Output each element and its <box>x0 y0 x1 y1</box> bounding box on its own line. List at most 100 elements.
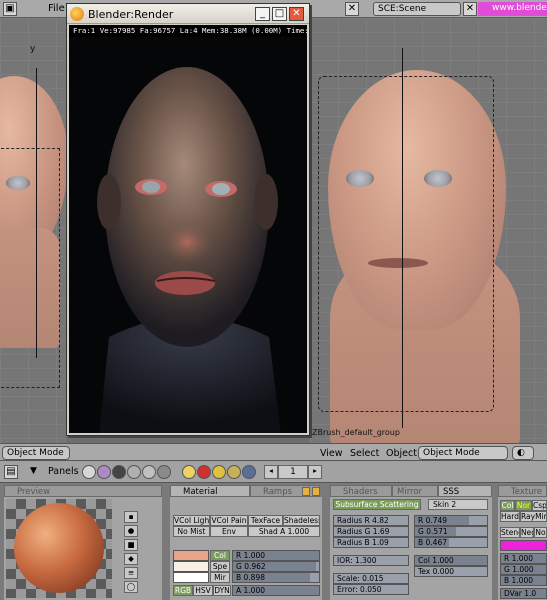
script-icon[interactable] <box>97 465 111 479</box>
blender-logo-icon <box>70 7 84 21</box>
sss-tab[interactable]: SSS <box>438 485 492 497</box>
world-icon[interactable] <box>242 465 256 479</box>
object-mode-left-select[interactable]: Object Mode <box>2 446 70 460</box>
sss-preset-select[interactable]: Skin 2 <box>428 499 488 510</box>
object-icon[interactable] <box>127 465 141 479</box>
material-icon[interactable] <box>197 465 211 479</box>
no-mist-button[interactable]: No Mist <box>173 526 210 537</box>
col-blend-slider[interactable]: Col 1.000 <box>414 555 488 566</box>
color-swatch-spe[interactable] <box>173 561 209 572</box>
scale-field[interactable]: Scale: 0.015 <box>333 573 409 584</box>
color-swatch-col[interactable] <box>173 550 209 561</box>
select-menu[interactable]: Select <box>350 448 379 459</box>
editing-icon[interactable] <box>142 465 156 479</box>
object-mode-right-select[interactable]: Object Mode <box>418 446 508 460</box>
preview-sphere-button[interactable]: ● <box>124 525 138 537</box>
tex-nor-button[interactable]: Nor <box>515 500 532 511</box>
material-panel: VCol Ligh VCol Pain TexFace Shadeless No… <box>170 497 322 600</box>
preview-sky-button[interactable]: ◯ <box>124 581 138 593</box>
tex-green-slider[interactable]: G 1.000 <box>500 564 547 575</box>
frame-decrement-button[interactable]: ◂ <box>264 465 278 479</box>
panel-down-icon[interactable] <box>312 487 320 496</box>
sss-green-slider[interactable]: G 0.571 <box>414 526 488 537</box>
sss-green-value: G 0.571 <box>418 527 448 536</box>
tex-no-button[interactable]: No <box>534 527 547 538</box>
window-type-icon[interactable]: ▤ <box>4 465 18 479</box>
tex-blue-slider[interactable]: B 1.000 <box>500 575 547 586</box>
3d-view-header: Object Mode View Select Object Object Mo… <box>0 443 547 461</box>
tex-stencil-button[interactable]: Stencil <box>500 527 520 538</box>
radius-g-field[interactable]: Radius G 1.69 <box>333 526 409 537</box>
tex-dvar-slider[interactable]: DVar 1.0 <box>500 588 547 599</box>
blue-slider[interactable]: B 0.898 <box>232 572 320 583</box>
red-slider[interactable]: R 1.000 <box>232 550 320 561</box>
tex-color-swatch[interactable] <box>500 540 547 551</box>
ior-field[interactable]: IOR: 1.300 <box>333 555 409 566</box>
texface-button[interactable]: TexFace <box>248 515 283 526</box>
texture-icon[interactable] <box>212 465 226 479</box>
preview-panel-title[interactable]: Preview <box>4 485 162 497</box>
panel-up-icon[interactable] <box>302 487 310 496</box>
mir-button[interactable]: Mir <box>210 572 230 583</box>
scene-icon[interactable] <box>157 465 171 479</box>
render-window[interactable]: Blender:Render _ □ ✕ Fra:1 Ve:97985 Fa:9… <box>66 3 310 436</box>
tex-raymir-button[interactable]: RayMir <box>520 511 547 522</box>
preview-flat-button[interactable]: ▪ <box>124 511 138 523</box>
material-tab[interactable]: Material <box>170 485 250 497</box>
shading-icon[interactable] <box>112 465 126 479</box>
close-icon[interactable]: ✕ <box>289 7 304 21</box>
shaders-tab[interactable]: Shaders <box>330 485 392 497</box>
left-viewport[interactable]: y <box>0 18 66 443</box>
hsv-mode-button[interactable]: HSV <box>193 585 213 596</box>
spe-button[interactable]: Spe <box>210 561 230 572</box>
view-menu[interactable]: View <box>320 448 343 459</box>
lamp-icon[interactable] <box>182 465 196 479</box>
file-menu[interactable]: File <box>48 3 65 14</box>
subsurface-scattering-toggle[interactable]: Subsurface Scattering <box>333 499 421 510</box>
vcol-light-button[interactable]: VCol Ligh <box>173 515 210 526</box>
close-scene-2-icon[interactable]: ✕ <box>463 2 477 16</box>
rgb-mode-button[interactable]: RGB <box>173 585 193 596</box>
red-value: R 1.000 <box>236 551 266 560</box>
render-titlebar[interactable]: Blender:Render _ □ ✕ <box>67 4 309 24</box>
col-button[interactable]: Col <box>210 550 230 561</box>
error-field[interactable]: Error: 0.050 <box>333 584 409 595</box>
tex-red-slider[interactable]: R 1.000 <box>500 553 547 564</box>
window-type-icon[interactable]: ▣ <box>3 2 17 16</box>
shadeless-button[interactable]: Shadeless <box>283 515 320 526</box>
shad-alpha-field[interactable]: Shad A 1.000 <box>248 526 320 537</box>
dyn-mode-button[interactable]: DYN <box>213 585 231 596</box>
blender-url-link[interactable]: www.blender <box>478 2 547 16</box>
draw-type-select[interactable]: ◐ <box>512 446 534 460</box>
right-viewport[interactable] <box>310 18 547 443</box>
sss-red-slider[interactable]: R 0.749 <box>414 515 488 526</box>
radiosity-icon[interactable] <box>227 465 241 479</box>
vcol-paint-button[interactable]: VCol Pain <box>210 515 248 526</box>
preview-hair-button[interactable]: ≡ <box>124 567 138 579</box>
sss-blue-slider[interactable]: B 0.467 <box>414 537 488 548</box>
tex-blend-slider[interactable]: Tex 0.000 <box>414 566 488 577</box>
color-swatch-mir[interactable] <box>173 572 209 583</box>
green-slider[interactable]: G 0.962 <box>232 561 320 572</box>
close-scene-icon[interactable]: ✕ <box>345 2 359 16</box>
frame-field[interactable]: 1 <box>278 465 308 479</box>
panels-arrow-icon[interactable]: ▼ <box>30 466 37 476</box>
radius-r-field[interactable]: Radius R 4.82 <box>333 515 409 526</box>
scene-selector[interactable]: SCE:Scene <box>373 2 461 16</box>
mirror-tran-tab[interactable]: Mirror Tran <box>392 485 438 509</box>
preview-cube-button[interactable]: ■ <box>124 539 138 551</box>
preview-monkey-button[interactable]: ◆ <box>124 553 138 565</box>
radius-b-field[interactable]: Radius B 1.09 <box>333 537 409 548</box>
tex-neg-button[interactable]: Neg <box>520 527 534 538</box>
frame-increment-button[interactable]: ▸ <box>308 465 322 479</box>
env-button[interactable]: Env <box>210 526 248 537</box>
alpha-slider[interactable]: A 1.000 <box>232 585 320 596</box>
tex-csp-button[interactable]: Csp <box>532 500 547 511</box>
minimize-icon[interactable]: _ <box>255 7 270 21</box>
object-menu[interactable]: Object <box>386 448 417 459</box>
maximize-icon[interactable]: □ <box>272 7 287 21</box>
tex-col-button[interactable]: Col <box>500 500 515 511</box>
tex-hard-button[interactable]: Hard <box>500 511 520 522</box>
logic-icon[interactable] <box>82 465 96 479</box>
texture-tab[interactable]: Texture <box>498 485 547 497</box>
